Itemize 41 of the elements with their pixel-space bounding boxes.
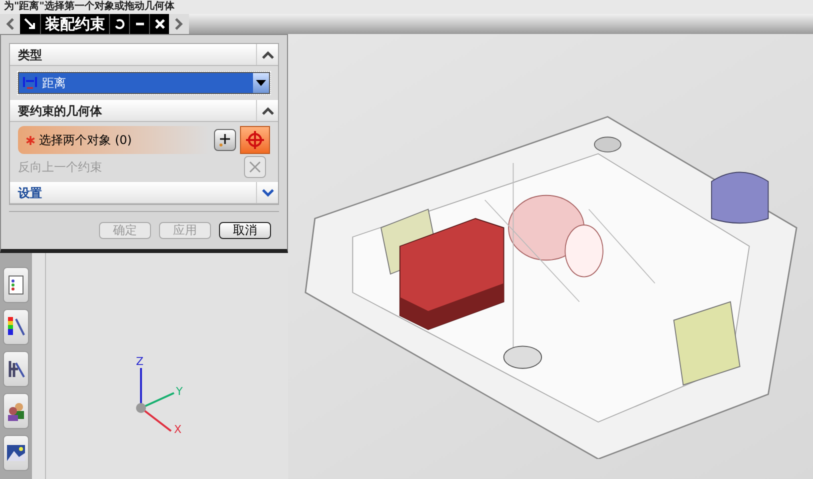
chevron-left-icon <box>6 18 14 30</box>
type-dropdown[interactable]: 距离 <box>18 72 270 94</box>
minimize-button[interactable] <box>129 14 149 34</box>
asterisk-icon <box>26 136 35 144</box>
section-header[interactable]: 设置 <box>10 182 278 204</box>
toolbar-button[interactable] <box>3 351 29 387</box>
section-title: 设置 <box>16 184 43 202</box>
coordinate-triad-drawing: Z Y X <box>126 353 196 433</box>
undo-icon <box>114 18 126 30</box>
dropdown-value: 距离 <box>41 75 67 92</box>
scroll-left-button[interactable] <box>0 14 20 34</box>
scroll-right-button[interactable] <box>169 14 189 34</box>
toolbar-button[interactable] <box>3 309 29 345</box>
section-title: 类型 <box>17 46 43 64</box>
close-icon <box>154 18 166 30</box>
distance-icon <box>22 75 38 91</box>
list-icon <box>6 273 26 297</box>
collapse-icon[interactable] <box>262 106 274 114</box>
add-object-button[interactable] <box>214 129 236 151</box>
dialog-button[interactable]: 取消 <box>219 222 271 239</box>
crosshair-icon <box>245 130 265 150</box>
caret-icon <box>256 80 266 86</box>
reset-button[interactable] <box>109 14 129 34</box>
chevron-right-icon <box>175 18 183 30</box>
collapse-icon[interactable] <box>262 50 274 58</box>
pin-button[interactable] <box>20 14 40 34</box>
expand-icon[interactable] <box>262 188 274 196</box>
swap-arrows-icon <box>248 160 262 174</box>
selection-label: 选择两个对象 (0) <box>39 132 132 149</box>
toolbar-button[interactable] <box>3 435 29 471</box>
section-header[interactable]: 要约束的几何体 <box>10 100 278 122</box>
dialog-title: 装配约束 <box>40 14 109 34</box>
plus-icon <box>218 133 232 147</box>
close-button[interactable] <box>149 14 169 34</box>
section-header[interactable]: 类型 <box>10 44 278 66</box>
toolbar-button[interactable] <box>3 393 29 429</box>
reverse-label: 反向上一个约束 <box>18 159 103 176</box>
toolbar-button[interactable] <box>3 267 29 303</box>
arrow-icon <box>24 18 36 30</box>
cue-line: 为"距离"选择第一个对象或拖动几何体 <box>3 0 174 14</box>
section-title: 要约束的几何体 <box>17 102 103 120</box>
